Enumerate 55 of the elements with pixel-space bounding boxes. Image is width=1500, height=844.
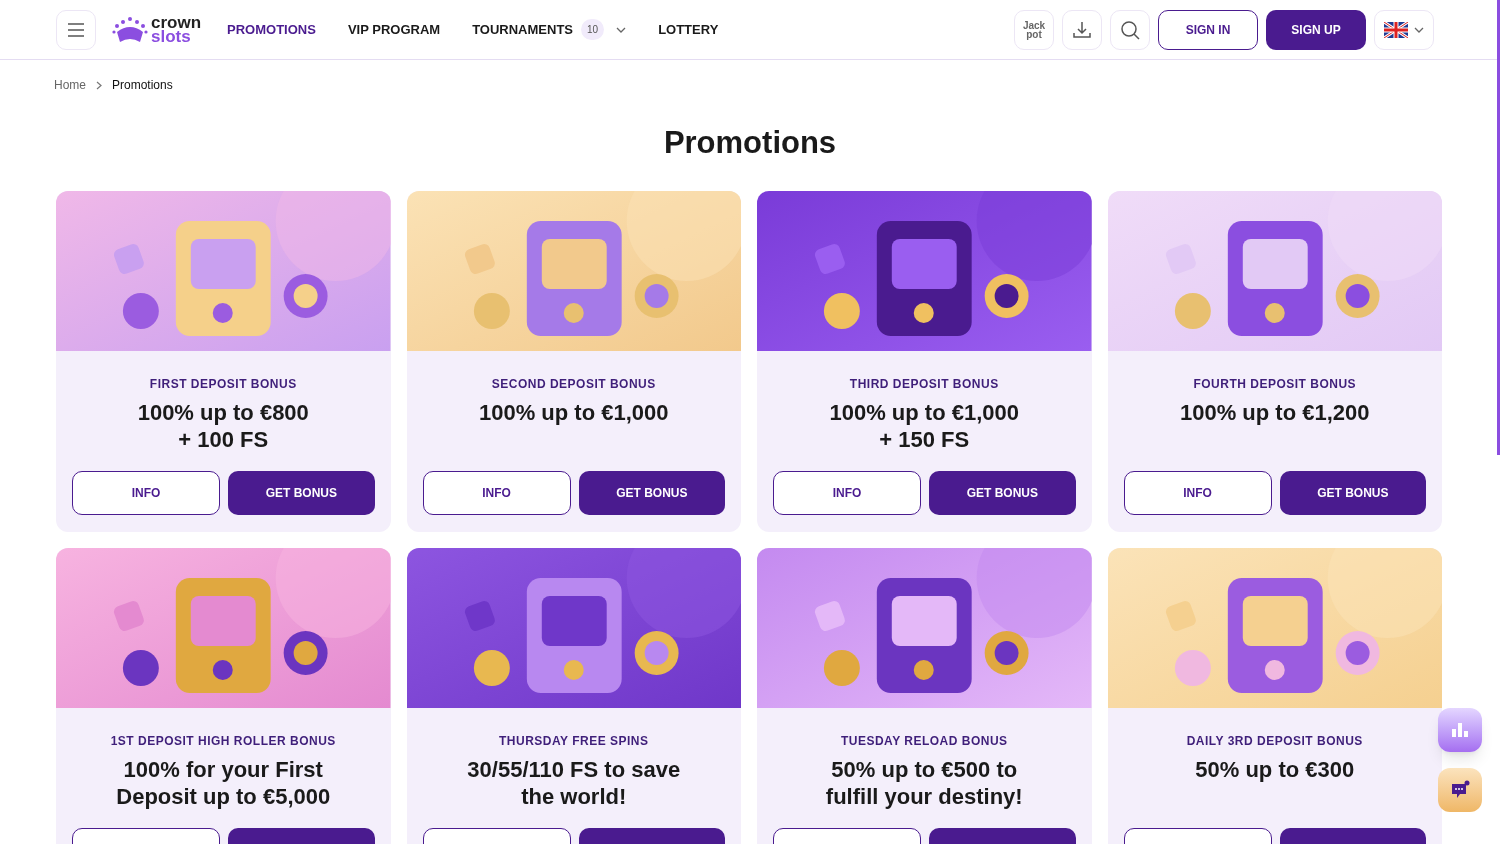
- promo-category: FOURTH DEPOSIT BONUS: [1193, 375, 1357, 393]
- get-bonus-button[interactable]: GET BONUS: [929, 470, 1076, 515]
- breadcrumb-current: Promotions: [112, 77, 173, 94]
- info-button[interactable]: INFO: [422, 470, 571, 515]
- chat-icon: [1450, 780, 1470, 800]
- page-title: Promotions: [662, 124, 838, 162]
- promo-category: 1ST DEPOSIT HIGH ROLLER BONUS: [110, 732, 336, 750]
- breadcrumb-link[interactable]: Home: [54, 76, 86, 94]
- sign-up-button[interactable]: SIGN UP: [1266, 9, 1366, 50]
- chevron-right-icon: [96, 80, 102, 90]
- scrollbar[interactable]: [1497, 0, 1500, 455]
- promo-offer: 30/55/110 FS to save the world!: [467, 755, 681, 810]
- promo-offer: 100% up to €1,000: [478, 398, 669, 427]
- promo-offer: 50% up to €500 to fulfill your destiny!: [825, 755, 1023, 810]
- download-button[interactable]: [1062, 9, 1102, 50]
- leaderboard-button[interactable]: [1438, 708, 1482, 752]
- get-bonus-button[interactable]: GET BONUS: [1279, 470, 1426, 515]
- nav-link[interactable]: VIP PROGRAM: [347, 19, 441, 40]
- logo-text: crown: [151, 15, 202, 30]
- chat-button[interactable]: [1438, 768, 1482, 812]
- menu-icon: [67, 22, 85, 37]
- promo-offer: 100% up to €1,200: [1179, 398, 1370, 427]
- promo-category: SECOND DEPOSIT BONUS: [491, 375, 656, 393]
- bar-chart-icon: [1452, 723, 1468, 737]
- search-button[interactable]: [1110, 9, 1150, 50]
- get-bonus-button[interactable]: GET BONUS: [578, 470, 725, 515]
- download-icon: [1072, 19, 1092, 40]
- chevron-down-icon: [1414, 26, 1424, 33]
- count-badge: 10: [581, 19, 605, 40]
- sign-in-button[interactable]: SIGN IN: [1158, 9, 1258, 50]
- nav-link[interactable]: PROMOTIONS: [227, 19, 316, 40]
- promo-offer: 100% for your First Deposit up to €5,000: [116, 755, 331, 810]
- nav-link[interactable]: TOURNAMENTS: [472, 19, 573, 40]
- chevron-down-icon[interactable]: [616, 26, 627, 33]
- flag-icon: [1384, 21, 1408, 38]
- promo-offer: 100% up to €1,000 + 150 FS: [829, 398, 1019, 453]
- menu-button[interactable]: [56, 9, 96, 50]
- info-button[interactable]: INFO: [72, 470, 221, 515]
- promo-offer: 100% up to €800 + 100 FS: [137, 398, 309, 453]
- jackpot-button[interactable]: Jack pot: [1014, 9, 1054, 50]
- promo-offer: 50% up to €300: [1195, 755, 1355, 784]
- nav-link[interactable]: LOTTERY: [658, 19, 719, 40]
- promo-category: THURSDAY FREE SPINS: [498, 732, 649, 750]
- info-button[interactable]: INFO: [773, 470, 922, 515]
- get-bonus-button[interactable]: GET BONUS: [228, 470, 375, 515]
- promo-category: THIRD DEPOSIT BONUS: [849, 375, 999, 393]
- promo-category: TUESDAY RELOAD BONUS: [840, 732, 1008, 750]
- search-icon: [1120, 19, 1140, 40]
- promo-category: FIRST DEPOSIT BONUS: [149, 375, 297, 393]
- promo-category: DAILY 3RD DEPOSIT BONUS: [1186, 732, 1363, 750]
- info-button[interactable]: INFO: [1123, 470, 1272, 515]
- logo-text: slots: [151, 29, 191, 44]
- language-selector[interactable]: [1374, 9, 1434, 50]
- logo[interactable]: crown slots: [112, 15, 202, 44]
- crown-icon: [112, 15, 148, 44]
